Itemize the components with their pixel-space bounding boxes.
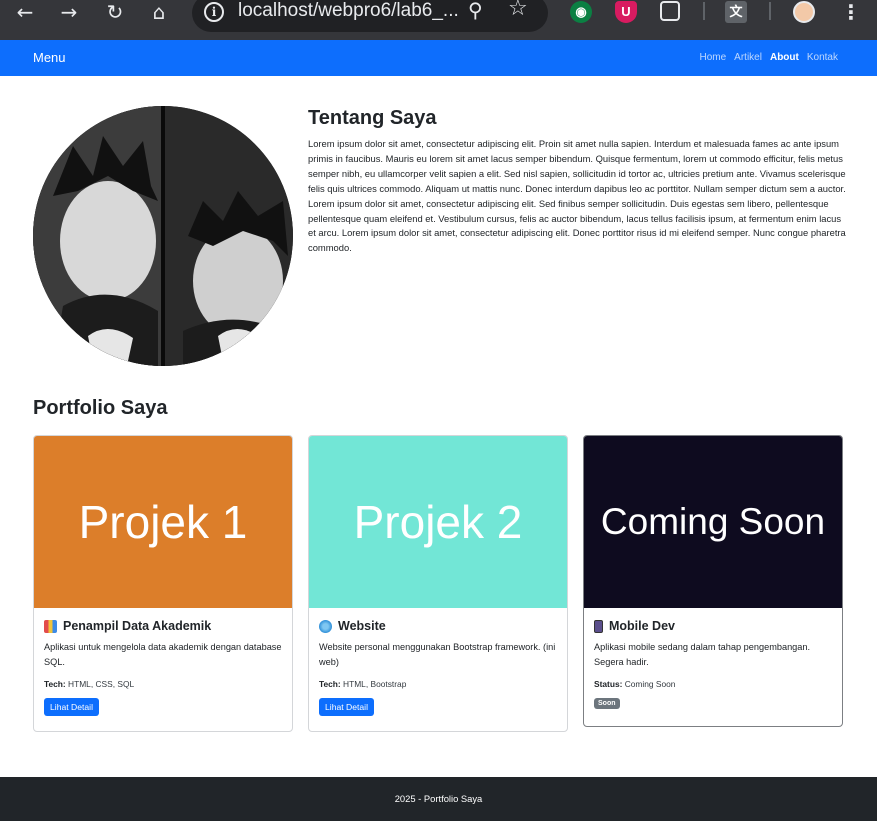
globe-icon [319, 619, 332, 633]
about-title: Tentang Saya [308, 107, 437, 129]
detail-button[interactable]: Lihat Detail [44, 698, 99, 716]
address-bar[interactable]: i localhost/webpro6/lab6_... ⚲ ☆ [192, 0, 548, 32]
card-description: Aplikasi untuk mengelola data akademik d… [44, 642, 282, 667]
shield-extension-icon[interactable]: U [615, 1, 637, 23]
site-info-icon[interactable]: i [204, 2, 224, 22]
card-meta-value: HTML, CSS, SQL [68, 679, 135, 689]
forward-icon[interactable]: → [54, 0, 84, 24]
portfolio-card: Projek 1 Penampil Data Akademik Aplikasi… [33, 435, 293, 732]
about-text: Lorem ipsum dolor sit amet, consectetur … [308, 138, 846, 254]
thumbnail-text: Projek 2 [353, 496, 523, 548]
card-title: Website [338, 619, 386, 633]
zoom-icon[interactable]: ⚲ [468, 0, 483, 22]
card-status: Status: Coming Soon [594, 679, 832, 689]
card-thumbnail: Projek 2 [309, 436, 567, 608]
toolbar-separator [703, 2, 705, 20]
portfolio-card: Coming Soon Mobile Dev Aplikasi mobile s… [583, 435, 843, 727]
card-title: Penampil Data Akademik [63, 619, 212, 633]
profile-image [33, 106, 293, 366]
more-menu-icon[interactable]: ⋮ [836, 0, 866, 24]
card-title: Mobile Dev [609, 619, 675, 633]
card-meta-label: Status: [594, 679, 623, 689]
extensions-puzzle-icon[interactable] [660, 1, 680, 21]
browser-toolbar: ← → ↻ ⌂ i localhost/webpro6/lab6_... ⚲ ☆… [0, 0, 877, 40]
home-icon[interactable]: ⌂ [144, 0, 174, 24]
thumbnail-text: Projek 1 [78, 496, 248, 548]
navbar-brand[interactable]: Menu [33, 50, 66, 65]
nav-link-about[interactable]: About [770, 52, 799, 63]
bookmark-star-icon[interactable]: ☆ [508, 0, 528, 21]
thumbnail-text: Coming Soon [600, 501, 826, 542]
detail-button[interactable]: Lihat Detail [319, 698, 374, 716]
toolbar-separator [769, 2, 771, 20]
card-meta-label: Tech: [319, 679, 341, 689]
card-meta-value: HTML, Bootstrap [343, 679, 407, 689]
card-description: Website personal menggunakan Bootstrap f… [319, 642, 556, 667]
mobile-phone-icon [594, 619, 603, 633]
nav-link-kontak[interactable]: Kontak [807, 52, 838, 63]
site-navbar: Menu Home Artikel About Kontak [0, 40, 877, 76]
nav-link-home[interactable]: Home [699, 52, 726, 63]
status-badge: Soon [594, 698, 620, 709]
card-tech: Tech: HTML, Bootstrap [319, 679, 557, 689]
card-thumbnail: Projek 1 [34, 436, 292, 608]
card-tech: Tech: HTML, CSS, SQL [44, 679, 282, 689]
portfolio-title: Portfolio Saya [33, 397, 168, 419]
card-description: Aplikasi mobile sedang dalam tahap penge… [594, 642, 811, 667]
back-icon[interactable]: ← [10, 0, 40, 24]
profile-avatar[interactable] [793, 1, 815, 23]
nav-links: Home Artikel About Kontak [699, 52, 838, 63]
reload-icon[interactable]: ↻ [100, 0, 130, 24]
url-text[interactable]: localhost/webpro6/lab6_... [238, 0, 459, 22]
card-thumbnail: Coming Soon [584, 436, 842, 608]
portfolio-card: Projek 2 Website Website personal menggu… [308, 435, 568, 732]
card-meta-label: Tech: [44, 679, 66, 689]
site-footer: 2025 - Portfolio Saya [0, 777, 877, 821]
card-meta-value: Coming Soon [624, 679, 676, 689]
nav-link-artikel[interactable]: Artikel [734, 52, 762, 63]
bar-chart-icon [44, 619, 57, 633]
translate-icon[interactable]: 文 [725, 1, 747, 23]
footer-text: 2025 - Portfolio Saya [394, 793, 483, 804]
eye-extension-icon[interactable]: ◉ [570, 1, 592, 23]
